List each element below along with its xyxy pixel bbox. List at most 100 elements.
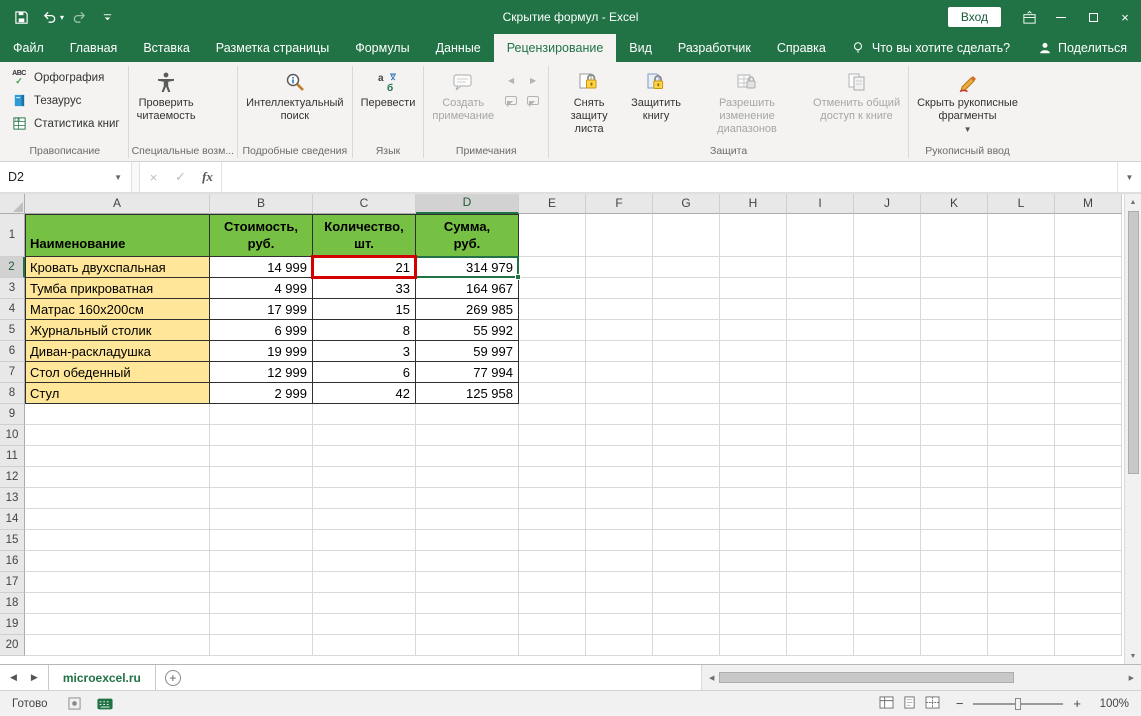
row-header-11[interactable]: 11 — [0, 446, 25, 467]
row-header-13[interactable]: 13 — [0, 488, 25, 509]
cell-C2[interactable]: 21 — [313, 257, 416, 278]
cell-J7[interactable] — [854, 362, 921, 383]
cell-L7[interactable] — [988, 362, 1055, 383]
column-header-J[interactable]: J — [854, 194, 921, 214]
column-header-E[interactable]: E — [519, 194, 586, 214]
customize-quick-access-button[interactable] — [94, 4, 120, 30]
cell-H3[interactable] — [720, 278, 787, 299]
cell-M7[interactable] — [1055, 362, 1122, 383]
cell-F15[interactable] — [586, 530, 653, 551]
cell-M1[interactable] — [1055, 214, 1122, 257]
cell-J5[interactable] — [854, 320, 921, 341]
cell-M4[interactable] — [1055, 299, 1122, 320]
sign-in-button[interactable]: Вход — [948, 7, 1001, 27]
cell-E11[interactable] — [519, 446, 586, 467]
row-header-5[interactable]: 5 — [0, 320, 25, 341]
cell-E8[interactable] — [519, 383, 586, 404]
cell-F20[interactable] — [586, 635, 653, 656]
cell-K3[interactable] — [921, 278, 988, 299]
cell-H20[interactable] — [720, 635, 787, 656]
column-header-L[interactable]: L — [988, 194, 1055, 214]
cell-M17[interactable] — [1055, 572, 1122, 593]
cell-I7[interactable] — [787, 362, 854, 383]
cell-J15[interactable] — [854, 530, 921, 551]
cell-K15[interactable] — [921, 530, 988, 551]
cell-K1[interactable] — [921, 214, 988, 257]
cell-E16[interactable] — [519, 551, 586, 572]
cell-C17[interactable] — [313, 572, 416, 593]
scroll-right-icon[interactable]: ▶ — [1124, 674, 1139, 682]
cell-E9[interactable] — [519, 404, 586, 425]
cell-F6[interactable] — [586, 341, 653, 362]
cell-A19[interactable] — [25, 614, 210, 635]
cell-E12[interactable] — [519, 467, 586, 488]
allow-edit-ranges-button[interactable]: Разрешить изменение диапазонов — [686, 63, 808, 144]
next-comment-icon[interactable]: ▶ — [523, 71, 543, 89]
cell-I15[interactable] — [787, 530, 854, 551]
ribbon-display-options-button[interactable] — [1013, 0, 1045, 34]
minimize-button[interactable] — [1045, 0, 1077, 34]
cell-I18[interactable] — [787, 593, 854, 614]
select-all-corner[interactable] — [0, 194, 25, 214]
cell-M6[interactable] — [1055, 341, 1122, 362]
cell-H12[interactable] — [720, 467, 787, 488]
cell-I16[interactable] — [787, 551, 854, 572]
unprotect-sheet-button[interactable]: Снять защиту листа — [552, 63, 626, 144]
cell-D19[interactable] — [416, 614, 519, 635]
cell-K12[interactable] — [921, 467, 988, 488]
cell-K2[interactable] — [921, 257, 988, 278]
cell-C8[interactable]: 42 — [313, 383, 416, 404]
tab-file[interactable]: Файл — [0, 34, 57, 62]
cell-C7[interactable]: 6 — [313, 362, 416, 383]
cell-K19[interactable] — [921, 614, 988, 635]
cell-C14[interactable] — [313, 509, 416, 530]
page-layout-view-icon[interactable] — [902, 696, 917, 712]
cell-D3[interactable]: 164 967 — [416, 278, 519, 299]
cell-H8[interactable] — [720, 383, 787, 404]
cell-J14[interactable] — [854, 509, 921, 530]
cell-G14[interactable] — [653, 509, 720, 530]
check-accessibility-button[interactable]: Проверить читаемость — [132, 63, 201, 144]
undo-dropdown-caret[interactable]: ▾ — [60, 13, 64, 22]
tab-developer[interactable]: Разработчик — [665, 34, 764, 62]
cell-F2[interactable] — [586, 257, 653, 278]
cell-H9[interactable] — [720, 404, 787, 425]
vertical-scroll-thumb[interactable] — [1128, 211, 1139, 474]
new-sheet-button[interactable]: + — [165, 670, 181, 686]
cell-A17[interactable] — [25, 572, 210, 593]
cell-E5[interactable] — [519, 320, 586, 341]
show-all-comments-icon[interactable] — [523, 91, 543, 109]
column-header-C[interactable]: C — [313, 194, 416, 214]
cell-K4[interactable] — [921, 299, 988, 320]
scroll-left-icon[interactable]: ◀ — [704, 674, 719, 682]
cell-E17[interactable] — [519, 572, 586, 593]
cell-J11[interactable] — [854, 446, 921, 467]
cell-B8[interactable]: 2 999 — [210, 383, 313, 404]
tab-formulas[interactable]: Формулы — [342, 34, 422, 62]
zoom-slider-thumb[interactable] — [1015, 698, 1021, 710]
cell-G13[interactable] — [653, 488, 720, 509]
cell-B19[interactable] — [210, 614, 313, 635]
cell-F17[interactable] — [586, 572, 653, 593]
cell-I6[interactable] — [787, 341, 854, 362]
zoom-in-icon[interactable]: + — [1073, 696, 1081, 711]
close-button[interactable]: × — [1109, 0, 1141, 34]
row-header-4[interactable]: 4 — [0, 299, 25, 320]
tab-insert[interactable]: Вставка — [130, 34, 202, 62]
column-header-F[interactable]: F — [586, 194, 653, 214]
cell-G4[interactable] — [653, 299, 720, 320]
cell-B16[interactable] — [210, 551, 313, 572]
cell-G10[interactable] — [653, 425, 720, 446]
cell-C9[interactable] — [313, 404, 416, 425]
cell-I12[interactable] — [787, 467, 854, 488]
zoom-out-icon[interactable]: − — [956, 696, 964, 711]
cell-H11[interactable] — [720, 446, 787, 467]
cell-L4[interactable] — [988, 299, 1055, 320]
cell-G18[interactable] — [653, 593, 720, 614]
sheet-nav-right-icon[interactable]: ▶ — [31, 672, 38, 683]
cell-G11[interactable] — [653, 446, 720, 467]
cell-F13[interactable] — [586, 488, 653, 509]
cell-F18[interactable] — [586, 593, 653, 614]
formula-bar-splitter[interactable] — [132, 162, 140, 192]
cell-C11[interactable] — [313, 446, 416, 467]
